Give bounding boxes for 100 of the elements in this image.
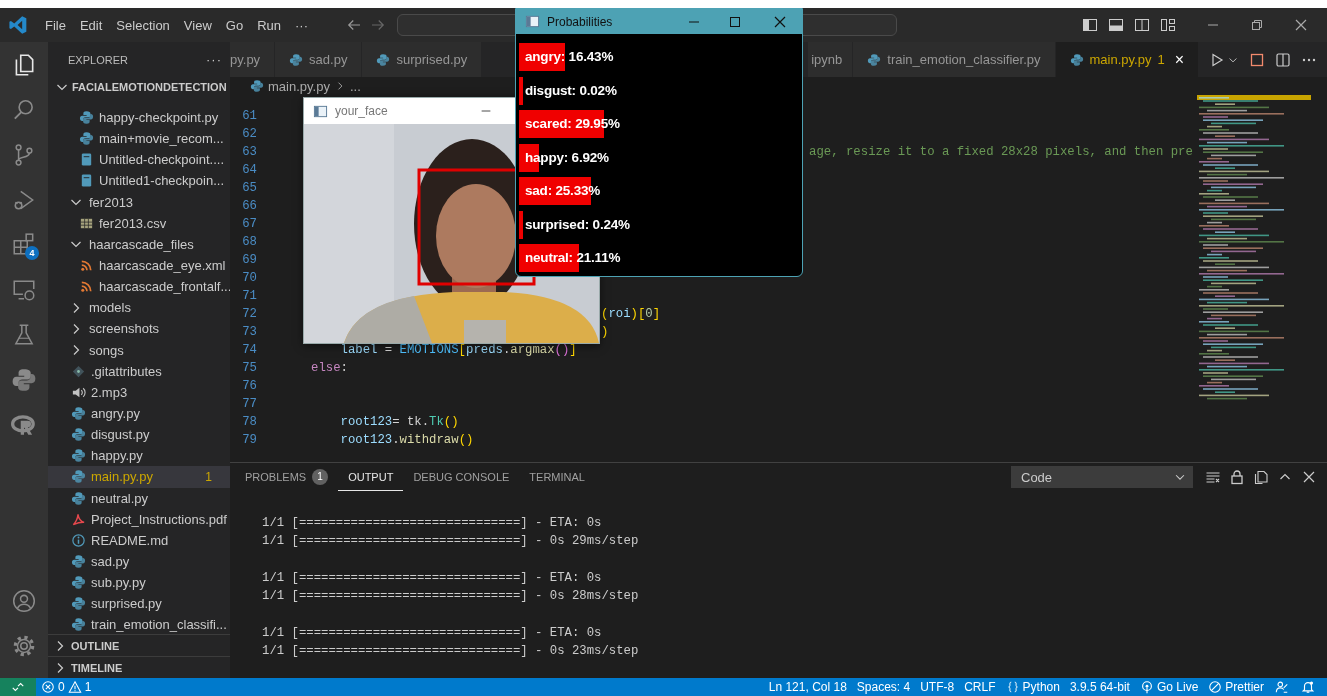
explorer-entry[interactable]: sub.py.py [48,572,230,594]
lock-icon[interactable] [1229,469,1245,485]
editor-tab[interactable]: surprised.py [362,42,483,77]
status-item[interactable]: 3.9.5 64-bit [1064,678,1135,696]
problems-status[interactable]: 0 1 [36,678,97,696]
folder-item[interactable]: models [48,297,230,319]
clear-list-icon[interactable] [1205,469,1221,485]
line-number: 78 [241,415,257,429]
output-line: 1/1 [==============================] - ETA: 0s [262,515,603,532]
restore-icon[interactable] [1249,17,1265,33]
close-icon[interactable] [1301,469,1317,485]
status-item[interactable]: Prettier [1203,678,1269,696]
breadcrumb-item[interactable]: main.py.py [268,78,330,94]
editor-tab[interactable]: main.py.py 1 × [1055,42,1199,77]
editor-tab[interactable]: train_emotion_classifier.py [853,42,1056,77]
menu-item[interactable]: File [38,14,73,36]
python-icon [71,469,86,485]
explorer-entry[interactable]: main+movie_recom... [48,128,230,150]
logo-icon[interactable] [8,15,28,35]
python-icon [289,52,304,67]
account-icon[interactable] [11,588,37,614]
explorer-entry[interactable]: happy-checkpoint.py [48,107,230,129]
explorer-entry[interactable]: haarcascade_frontalf... [48,276,230,298]
more-actions-button[interactable]: ··· [206,52,222,67]
status-item[interactable]: Spaces: 4 [851,678,916,696]
editor-tab[interactable]: py.py [230,42,276,77]
code-line: age, resize it to a fixed 28x28 pixels, and then pre [809,145,1193,159]
python-icon [79,131,94,147]
explorer-entry[interactable]: Project_Instructions.pdf [48,508,230,530]
folder-item[interactable]: screenshots [48,318,230,340]
code-line: root123.withdraw() [339,433,474,447]
breadcrumb-item[interactable]: ... [349,78,361,94]
code-line: (roi)[0] [601,307,661,321]
panel-tab[interactable]: DEBUG CONSOLE [403,463,520,491]
panel-layout-icon[interactable] [1108,17,1124,33]
square-icon[interactable] [1249,51,1265,68]
folder-item[interactable]: songs [48,339,230,361]
explorer-entry[interactable]: sad.py [48,550,230,573]
menu-item[interactable]: Go [218,14,251,36]
python-icon[interactable] [11,367,37,393]
panel-tab[interactable]: OUTPUT [338,463,404,491]
explorer-entry[interactable]: neutral.py [48,487,230,509]
split-editor-icon[interactable] [1275,51,1291,68]
explorer-entry[interactable]: surprised.py [48,593,230,615]
close-tab-button[interactable]: × [1174,50,1184,69]
folder-header[interactable]: FACIALEMOTIONDETECTION [48,77,230,97]
probability-label: surprised: 0.24% [524,215,631,232]
status-item[interactable]: CRLF [959,678,1001,696]
menu-item[interactable]: Selection [109,14,177,36]
info-icon [71,532,86,548]
line-number: 77 [241,397,257,411]
python-icon [250,79,264,93]
panel-tab[interactable]: TERMINAL [519,463,595,491]
play-icon[interactable] [1209,51,1225,68]
line-number: 66 [241,199,257,213]
panel-tab[interactable]: PROBLEMS 1 [235,463,339,491]
explorer-entry[interactable]: .gitattributes [48,360,230,382]
explorer-entry[interactable]: 2.mp3 [48,381,230,403]
folder-item[interactable]: fer2013 [48,191,230,213]
ring-logo-icon[interactable] [11,412,37,438]
broadcast-icon [1139,680,1154,694]
status-item[interactable]: Go Live [1134,678,1204,696]
python-icon [71,596,86,612]
menu-item[interactable]: Run [250,14,288,36]
folder-item[interactable]: haarcascade_files [48,233,230,255]
sidebar-layout-icon[interactable] [1082,17,1098,33]
status-item[interactable]: Python [1000,678,1065,696]
explorer-entry[interactable]: angry.py [48,402,230,425]
output-line: 1/1 [==============================] - 0s 29ms/step [262,533,640,551]
feedback-icon[interactable] [1275,680,1289,694]
explorer-entry[interactable]: README.md [48,529,230,551]
explorer-entry[interactable]: fer2013.csv [48,212,230,234]
file-icon [79,173,94,189]
count-badge: 4 [25,246,39,260]
menu-item[interactable]: Edit [72,14,110,36]
copy-icon[interactable] [1253,469,1269,485]
explorer-entry[interactable]: haarcascade_eye.xml [48,255,230,277]
rss-icon [79,258,94,274]
explorer-entry[interactable]: happy.py [48,445,230,467]
close-icon[interactable] [1293,17,1309,33]
explorer-entry[interactable]: Untitled-checkpoint.... [48,149,230,171]
explorer-entry[interactable]: disgust.py [48,424,230,446]
bell-icon[interactable] [1301,680,1315,694]
line-number: 73 [241,325,257,339]
line-number: 74 [241,343,257,357]
settings-icon[interactable] [11,633,37,659]
editor-tab[interactable]: sad.py [275,42,363,77]
status-item[interactable]: Ln 121, Col 18 [763,678,852,696]
status-item[interactable]: UTF-8 [915,678,960,696]
explorer-entry[interactable]: train_emotion_classifi... [48,614,230,636]
menu-item[interactable]: ··· [288,14,315,36]
count-badge: 1 [312,469,329,485]
blocked-icon [1208,680,1223,694]
grid-layout-icon[interactable] [1160,17,1176,33]
editor-tab[interactable]: ipynb [808,42,854,77]
menu-item[interactable]: View [176,14,219,36]
explorer-entry[interactable]: main.py.py 1 [48,466,230,488]
explorer-entry[interactable]: Untitled1-checkpoin... [48,170,230,192]
output-channel-dropdown[interactable]: Code [1011,466,1193,488]
split-layout-icon[interactable] [1134,17,1150,33]
